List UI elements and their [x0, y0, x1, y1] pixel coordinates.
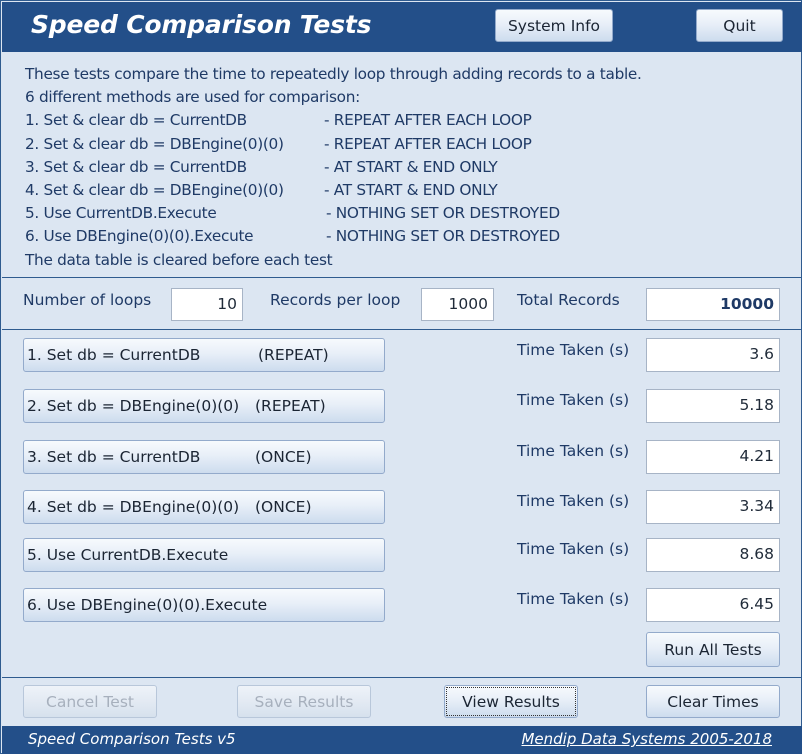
cancel-test-button[interactable]: Cancel Test [23, 685, 157, 718]
copyright-link[interactable]: Mendip Data Systems 2005-2018 [521, 730, 772, 748]
method-line: 6. Use DBEngine(0)(0).Execute - NOTHING … [25, 225, 785, 248]
page-title: Speed Comparison Tests [31, 10, 372, 39]
test-mode: (ONCE) [255, 448, 312, 466]
time-taken-field: 4.21 [646, 440, 780, 474]
time-taken-field: 5.18 [646, 389, 780, 423]
test-label: 3. Set db = CurrentDB [27, 448, 201, 466]
time-taken-label: Time Taken (s) [517, 492, 630, 510]
method-line: 3. Set & clear db = CurrentDB - AT START… [25, 156, 785, 179]
method-note: - REPEAT AFTER EACH LOOP [324, 111, 532, 130]
method-name: 2. Set & clear db = DBEngine(0)(0) [25, 134, 284, 153]
method-name: 4. Set & clear db = DBEngine(0)(0) [25, 180, 284, 199]
method-line: 2. Set & clear db = DBEngine(0)(0) - REP… [25, 133, 785, 156]
method-line: 4. Set & clear db = DBEngine(0)(0) - AT … [25, 179, 785, 202]
view-results-button[interactable]: View Results [444, 685, 578, 718]
test-2-button[interactable]: 2. Set db = DBEngine(0)(0) (REPEAT) [23, 389, 385, 423]
test-label: 5. Use CurrentDB.Execute [27, 546, 229, 564]
loops-input[interactable]: 10 [171, 288, 243, 321]
test-label: 2. Set db = DBEngine(0)(0) [27, 397, 240, 415]
time-taken-label: Time Taken (s) [517, 540, 630, 558]
clear-times-button[interactable]: Clear Times [646, 685, 780, 718]
time-taken-label: Time Taken (s) [517, 341, 630, 359]
method-note: - AT START & END ONLY [324, 157, 498, 176]
method-note: - REPEAT AFTER EACH LOOP [324, 134, 532, 153]
run-all-tests-button[interactable]: Run All Tests [646, 632, 780, 667]
total-records-field: 10000 [646, 288, 780, 321]
loops-label: Number of loops [23, 291, 152, 309]
divider [2, 329, 802, 330]
version-label: Speed Comparison Tests v5 [28, 730, 236, 748]
test-mode: (REPEAT) [258, 346, 329, 364]
method-line: 1. Set & clear db = CurrentDB - REPEAT A… [25, 109, 785, 132]
method-note: - NOTHING SET OR DESTROYED [326, 227, 560, 246]
time-taken-field: 8.68 [646, 538, 780, 572]
header-bar: Speed Comparison Tests [2, 2, 802, 52]
total-records-label: Total Records [517, 291, 620, 309]
intro-line: These tests compare the time to repeated… [25, 65, 642, 83]
time-taken-field: 3.6 [646, 338, 780, 372]
test-mode: (REPEAT) [255, 397, 326, 415]
test-6-button[interactable]: 6. Use DBEngine(0)(0).Execute [23, 588, 385, 622]
test-label: 4. Set db = DBEngine(0)(0) [27, 498, 240, 516]
footer-bar: Speed Comparison Tests v5 Mendip Data Sy… [2, 726, 802, 754]
test-mode: (ONCE) [255, 498, 312, 516]
records-per-loop-input[interactable]: 1000 [421, 288, 494, 321]
test-4-button[interactable]: 4. Set db = DBEngine(0)(0) (ONCE) [23, 490, 385, 524]
description-text: These tests compare the time to repeated… [25, 63, 785, 272]
records-per-loop-label: Records per loop [270, 291, 401, 309]
method-name: 6. Use DBEngine(0)(0).Execute [25, 227, 254, 246]
intro-line: The data table is cleared before each te… [25, 250, 333, 269]
test-5-button[interactable]: 5. Use CurrentDB.Execute [23, 538, 385, 572]
divider [2, 677, 802, 678]
intro-line: 6 different methods are used for compari… [25, 88, 360, 107]
time-taken-label: Time Taken (s) [517, 391, 630, 409]
test-1-button[interactable]: 1. Set db = CurrentDB (REPEAT) [23, 338, 385, 372]
test-label: 1. Set db = CurrentDB [27, 346, 201, 364]
test-label: 6. Use DBEngine(0)(0).Execute [27, 596, 268, 614]
method-name: 1. Set & clear db = CurrentDB [25, 111, 247, 130]
system-info-button[interactable]: System Info [495, 9, 613, 42]
method-name: 5. Use CurrentDB.Execute [25, 204, 217, 223]
time-taken-label: Time Taken (s) [517, 442, 630, 460]
method-line: 5. Use CurrentDB.Execute - NOTHING SET O… [25, 202, 785, 225]
method-note: - NOTHING SET OR DESTROYED [326, 204, 560, 223]
test-3-button[interactable]: 3. Set db = CurrentDB (ONCE) [23, 440, 385, 474]
time-taken-field: 6.45 [646, 588, 780, 622]
method-note: - AT START & END ONLY [324, 180, 498, 199]
quit-button[interactable]: Quit [696, 9, 783, 42]
divider [2, 277, 802, 278]
time-taken-field: 3.34 [646, 490, 780, 524]
method-name: 3. Set & clear db = CurrentDB [25, 157, 247, 176]
main-form: Speed Comparison Tests System Info Quit … [0, 0, 802, 754]
save-results-button[interactable]: Save Results [237, 685, 371, 718]
time-taken-label: Time Taken (s) [517, 590, 630, 608]
